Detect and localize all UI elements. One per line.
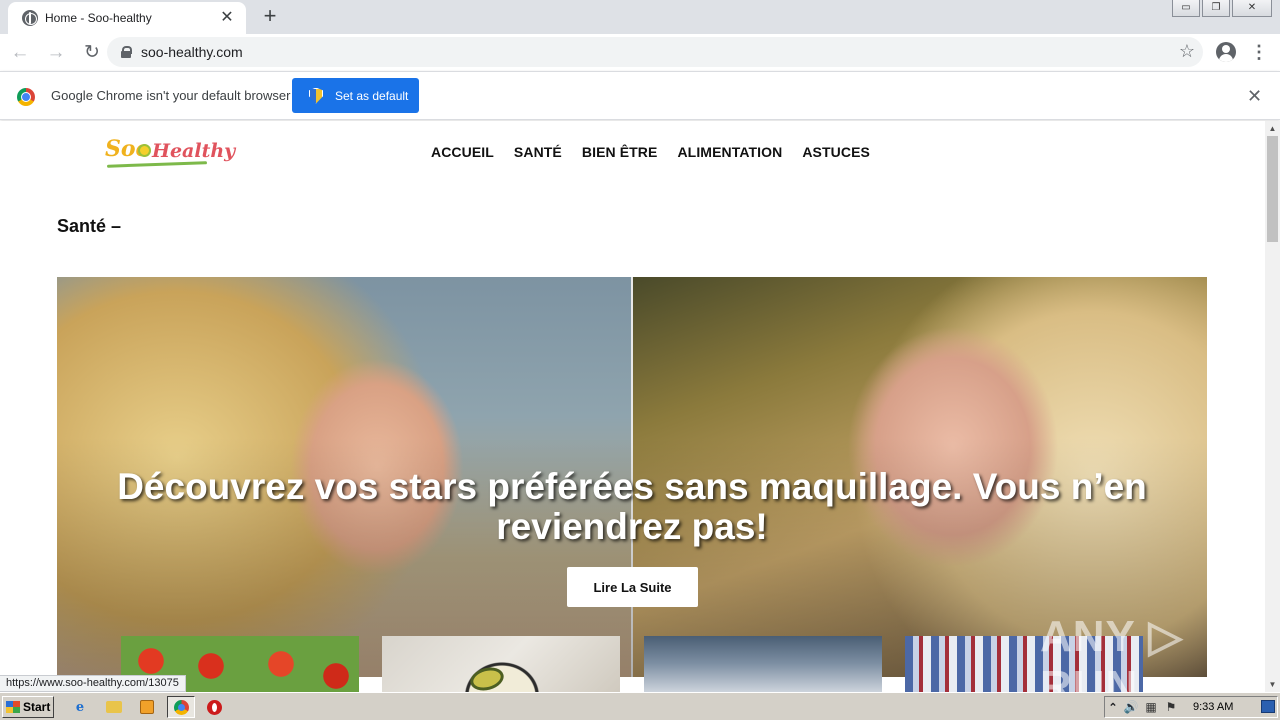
tab-title: Home - Soo-healthy bbox=[45, 11, 152, 25]
address-bar[interactable]: soo-healthy.com ☆ bbox=[107, 37, 1203, 67]
nav-astuces[interactable]: ASTUCES bbox=[802, 144, 870, 160]
lock-icon[interactable] bbox=[121, 46, 132, 58]
opera-icon[interactable] bbox=[204, 697, 224, 717]
set-as-default-label: Set as default bbox=[335, 88, 409, 103]
scroll-down-arrow-icon[interactable]: ▼ bbox=[1265, 677, 1280, 692]
browser-toolbar: ← → ↻ soo-healthy.com ☆ ⋮ bbox=[0, 34, 1280, 71]
page-viewport: Soo Healthy ACCUEIL SANTÉ BIEN ÊTRE ALIM… bbox=[0, 121, 1265, 692]
profile-avatar-icon[interactable] bbox=[1216, 42, 1236, 62]
windows-taskbar: Start e ⌃ 🔊 ▦ ⚑ 9:33 AM bbox=[0, 692, 1280, 720]
scroll-up-arrow-icon[interactable]: ▲ bbox=[1265, 121, 1280, 136]
article-card-people[interactable] bbox=[644, 636, 882, 692]
internet-explorer-icon[interactable]: e bbox=[70, 697, 90, 717]
volume-icon[interactable]: 🔊 bbox=[1121, 700, 1141, 714]
globe-icon bbox=[22, 10, 38, 26]
site-logo[interactable]: Soo Healthy bbox=[105, 134, 235, 174]
network-icon[interactable]: ▦ bbox=[1141, 700, 1161, 714]
show-desktop-icon[interactable] bbox=[1261, 700, 1275, 713]
bookmark-star-icon[interactable]: ☆ bbox=[1179, 41, 1195, 62]
avocado-image bbox=[467, 663, 507, 692]
system-tray: ⌃ 🔊 ▦ ⚑ 9:33 AM bbox=[1104, 696, 1278, 718]
hero-banner[interactable]: Découvrez vos stars préférées sans maqui… bbox=[57, 277, 1207, 677]
nav-sante[interactable]: SANTÉ bbox=[514, 144, 562, 160]
tab-close-icon[interactable]: ✕ bbox=[218, 10, 236, 26]
nav-alimentation[interactable]: ALIMENTATION bbox=[677, 144, 782, 160]
site-navigation: ACCUEIL SANTÉ BIEN ÊTRE ALIMENTATION AST… bbox=[431, 144, 870, 160]
read-more-button[interactable]: Lire La Suite bbox=[567, 567, 698, 607]
chrome-menu-icon[interactable]: ⋮ bbox=[1250, 40, 1268, 64]
infobar-close-icon[interactable]: ✕ bbox=[1247, 86, 1262, 107]
action-center-flag-icon[interactable]: ⚑ bbox=[1161, 700, 1181, 714]
infobar-message: Google Chrome isn't your default browser bbox=[51, 88, 291, 103]
section-title: Santé – bbox=[57, 216, 122, 236]
uac-shield-icon bbox=[309, 88, 323, 104]
tray-expand-icon[interactable]: ⌃ bbox=[1105, 701, 1121, 714]
start-label: Start bbox=[23, 700, 51, 714]
start-button[interactable]: Start bbox=[2, 696, 54, 718]
lemon-icon bbox=[138, 144, 151, 157]
window-controls: ▭ ❐ ✕ bbox=[1172, 0, 1272, 17]
new-tab-button[interactable]: + bbox=[258, 5, 282, 29]
hero-title[interactable]: Découvrez vos stars préférées sans maqui… bbox=[57, 467, 1207, 547]
article-cards bbox=[121, 636, 1151, 692]
minimize-button[interactable]: ▭ bbox=[1172, 0, 1200, 17]
default-browser-infobar: Google Chrome isn't your default browser… bbox=[0, 71, 1280, 120]
clock[interactable]: 9:33 AM bbox=[1193, 701, 1233, 713]
restore-button[interactable]: ❐ bbox=[1202, 0, 1230, 17]
chrome-logo-icon bbox=[17, 88, 35, 106]
nav-bien-etre[interactable]: BIEN ÊTRE bbox=[582, 144, 658, 160]
scroll-thumb[interactable] bbox=[1267, 136, 1278, 242]
forward-button[interactable]: → bbox=[40, 37, 72, 69]
set-as-default-button[interactable]: Set as default bbox=[292, 78, 419, 113]
window-close-button[interactable]: ✕ bbox=[1232, 0, 1272, 17]
logo-healthy-text: Healthy bbox=[152, 140, 236, 162]
article-card-avocado[interactable] bbox=[382, 636, 620, 692]
explorer-folder-icon[interactable] bbox=[104, 697, 124, 717]
tab-active[interactable]: Home - Soo-healthy ✕ bbox=[8, 2, 246, 34]
chrome-taskbar-icon[interactable] bbox=[167, 696, 195, 718]
page-scrollbar[interactable]: ▲ ▼ bbox=[1265, 121, 1280, 692]
anyrun-watermark: ANY ▷ RUN bbox=[1040, 612, 1184, 692]
windows-logo-icon bbox=[6, 701, 20, 713]
tab-strip: Home - Soo-healthy ✕ + ▭ ❐ ✕ bbox=[0, 0, 1280, 34]
url-text[interactable]: soo-healthy.com bbox=[141, 44, 243, 60]
back-button[interactable]: ← bbox=[4, 37, 36, 69]
status-bubble: https://www.soo-healthy.com/13075 bbox=[0, 675, 186, 692]
nav-accueil[interactable]: ACCUEIL bbox=[431, 144, 494, 160]
reload-button[interactable]: ↻ bbox=[76, 37, 108, 69]
media-player-icon[interactable] bbox=[137, 697, 157, 717]
logo-underline bbox=[106, 161, 208, 168]
